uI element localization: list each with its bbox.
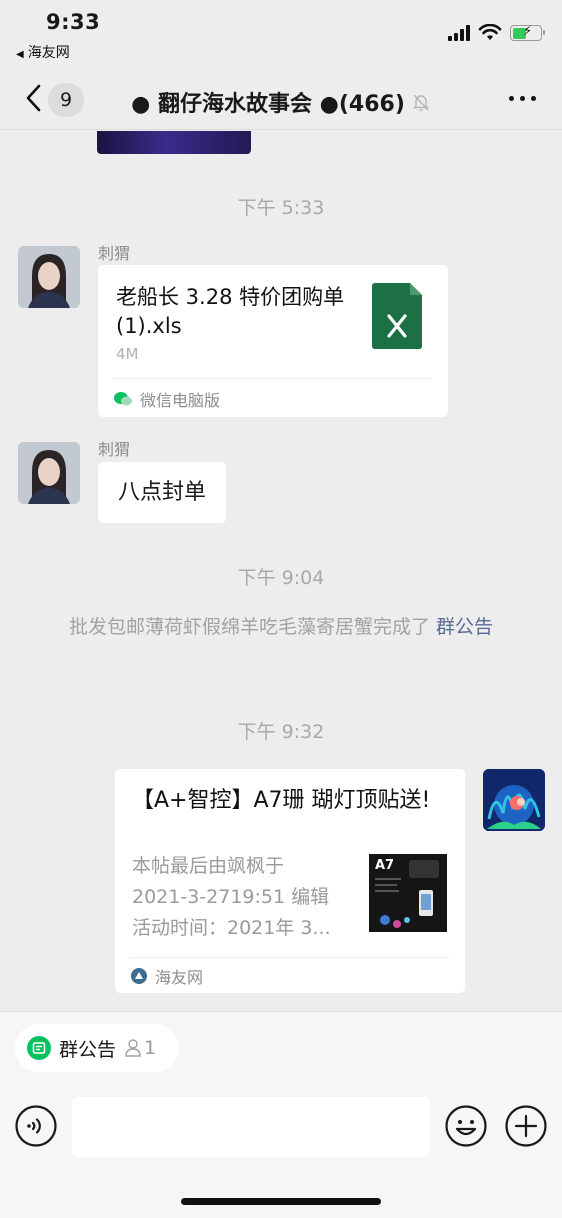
- avatar-portrait-icon: [18, 442, 80, 504]
- image-message-preview[interactable]: [97, 131, 251, 154]
- coral-avatar-icon: [483, 769, 545, 831]
- more-icon[interactable]: [509, 96, 536, 101]
- link-title: 【A+智控】A7珊 瑚灯顶贴送!: [132, 788, 431, 813]
- status-bar: 9:33 ◀ 海友网 ⚡: [0, 0, 562, 70]
- timestamp: 下午 9:32: [237, 721, 325, 743]
- plus-icon[interactable]: [505, 1105, 547, 1147]
- my-avatar[interactable]: [483, 769, 545, 831]
- link-desc-line: 活动时间：2021年 3...: [132, 917, 331, 939]
- excel-file-icon: [372, 283, 422, 349]
- text-message-bubble[interactable]: 八点封单: [98, 462, 227, 523]
- home-indicator[interactable]: [181, 1198, 381, 1205]
- status-time: 9:33: [46, 10, 101, 34]
- timestamp: 下午 9:04: [237, 567, 325, 589]
- chat-nav-bar: 9 ● 翻仔海水故事会 ●(466): [0, 70, 562, 130]
- sender-name: 刺猬: [98, 244, 131, 263]
- person-icon: [125, 1039, 141, 1057]
- battery-charging-icon: ⚡: [510, 24, 545, 41]
- notice-icon: [27, 1036, 51, 1060]
- group-notice-link[interactable]: 群公告: [436, 616, 493, 638]
- signal-icon: [448, 25, 470, 41]
- chip-count-value: 1: [144, 1037, 157, 1059]
- message-list[interactable]: 下午 5:33 刺猬 老船长 3.28 特价团购单 (1).xls 4M 微信电…: [0, 131, 562, 1011]
- link-desc-line: 本帖最后由飒枫于: [132, 855, 285, 877]
- link-source-label: 海友网: [155, 968, 204, 987]
- system-notice: 批发包邮薄荷虾假绵羊吃毛藻寄居蟹完成了 群公告: [50, 611, 512, 644]
- timestamp: 下午 5:33: [237, 197, 325, 219]
- chip-count: 1: [124, 1037, 156, 1059]
- chat-title-text: ● 翻仔海水故事会 ●(466): [131, 92, 405, 117]
- back-app-label: 海友网: [27, 45, 70, 61]
- file-size: 4M: [116, 345, 139, 363]
- file-message-card[interactable]: 老船长 3.28 特价团购单 (1).xls 4M 微信电脑版: [98, 265, 448, 417]
- file-source-label: 微信电脑版: [140, 391, 221, 410]
- chat-title[interactable]: ● 翻仔海水故事会 ●(466): [0, 86, 562, 118]
- system-icons: ⚡: [448, 24, 545, 42]
- sender-name: 刺猬: [98, 440, 131, 459]
- link-desc-line: 2021-3-2719:51 编辑: [132, 886, 330, 908]
- message-input[interactable]: [72, 1097, 430, 1157]
- file-source: 微信电脑版: [114, 387, 220, 411]
- link-message-card[interactable]: 【A+智控】A7珊 瑚灯顶贴送! 本帖最后由飒枫于 2021-3-2719:51…: [115, 769, 465, 993]
- back-to-app-link[interactable]: ◀ 海友网: [16, 42, 70, 62]
- group-notice-chip[interactable]: 群公告 1: [15, 1024, 179, 1072]
- site-logo-icon: [131, 968, 147, 984]
- link-thumbnail: A7: [369, 854, 447, 932]
- file-name: 老船长 3.28 特价团购单 (1).xls: [116, 285, 345, 338]
- avatar[interactable]: [18, 442, 80, 504]
- avatar[interactable]: [18, 246, 80, 308]
- mute-bell-icon: [412, 94, 430, 111]
- emoji-icon[interactable]: [445, 1105, 487, 1147]
- link-description: 本帖最后由飒枫于 2021-3-2719:51 编辑 活动时间：2021年 3.…: [132, 851, 352, 944]
- wechat-pc-icon: [114, 392, 132, 406]
- avatar-portrait-icon: [18, 246, 80, 308]
- chat-input-area: 群公告 1: [0, 1011, 562, 1218]
- system-notice-text: 批发包邮薄荷虾假绵羊吃毛藻寄居蟹完成了: [68, 616, 437, 638]
- link-source: 海友网: [131, 964, 203, 988]
- wifi-icon: [478, 24, 502, 40]
- thumbnail-label: A7: [375, 858, 395, 873]
- voice-icon[interactable]: [15, 1105, 57, 1147]
- group-notice-chip-label: 群公告: [59, 1038, 117, 1061]
- back-triangle-icon: ◀: [16, 49, 24, 60]
